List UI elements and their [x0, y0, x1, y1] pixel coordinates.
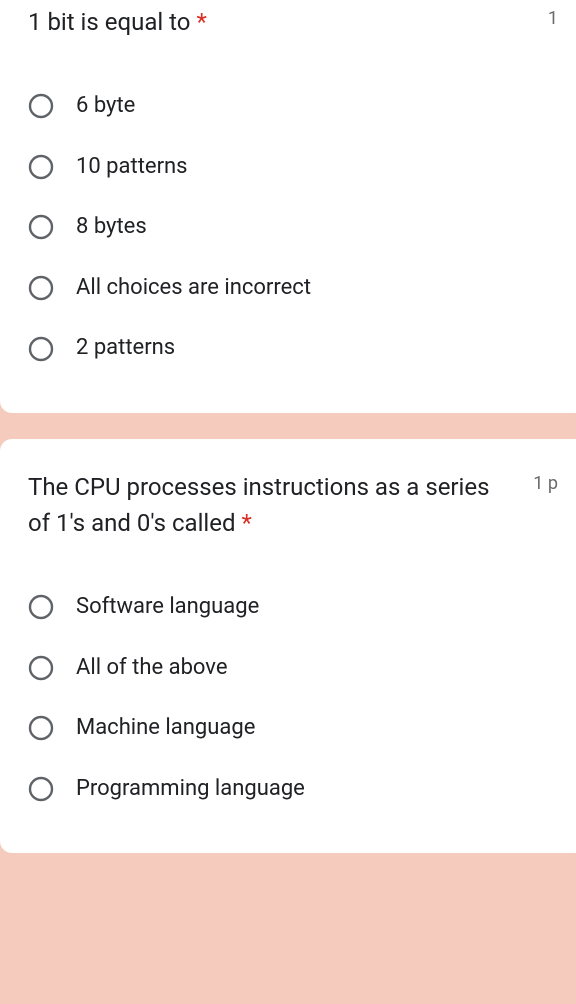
- option-label: 8 bytes: [76, 213, 147, 242]
- question-card: 1 bit is equal to * 1 6 byte 10 patterns…: [0, 0, 576, 413]
- radio-unchecked-icon: [28, 154, 54, 180]
- radio-unchecked-icon: [28, 715, 54, 741]
- option-label: Machine language: [76, 714, 255, 743]
- radio-unchecked-icon: [28, 594, 54, 620]
- radio-option[interactable]: 6 byte: [28, 76, 558, 137]
- option-label: All of the above: [76, 654, 228, 683]
- radio-option[interactable]: Software language: [28, 577, 558, 638]
- question-title-text: The CPU processes instructions as a seri…: [28, 473, 490, 537]
- radio-option[interactable]: 2 patterns: [28, 318, 558, 379]
- option-label: Programming language: [76, 775, 305, 804]
- radio-option[interactable]: Machine language: [28, 698, 558, 759]
- question-title: The CPU processes instructions as a seri…: [28, 469, 517, 541]
- option-label: Software language: [76, 593, 259, 622]
- question-header: 1 bit is equal to * 1: [28, 4, 558, 40]
- required-asterisk: *: [196, 8, 206, 36]
- radio-unchecked-icon: [28, 93, 54, 119]
- option-label: 6 byte: [76, 92, 135, 121]
- radio-option[interactable]: All choices are incorrect: [28, 258, 558, 319]
- option-label: 2 patterns: [76, 334, 175, 363]
- question-title-text: 1 bit is equal to: [28, 8, 190, 36]
- question-title: 1 bit is equal to *: [28, 4, 532, 40]
- radio-option[interactable]: 8 bytes: [28, 197, 558, 258]
- question-header: The CPU processes instructions as a seri…: [28, 469, 558, 541]
- radio-unchecked-icon: [28, 275, 54, 301]
- option-label: 10 patterns: [76, 153, 188, 182]
- question-card: The CPU processes instructions as a seri…: [0, 439, 576, 853]
- question-points: 1 p: [533, 469, 558, 494]
- radio-option[interactable]: All of the above: [28, 638, 558, 699]
- radio-option[interactable]: 10 patterns: [28, 137, 558, 198]
- radio-unchecked-icon: [28, 214, 54, 240]
- radio-unchecked-icon: [28, 776, 54, 802]
- option-label: All choices are incorrect: [76, 274, 311, 303]
- radio-option[interactable]: Programming language: [28, 759, 558, 820]
- required-asterisk: *: [241, 509, 251, 537]
- question-points: 1: [548, 4, 558, 29]
- radio-unchecked-icon: [28, 655, 54, 681]
- radio-unchecked-icon: [28, 336, 54, 362]
